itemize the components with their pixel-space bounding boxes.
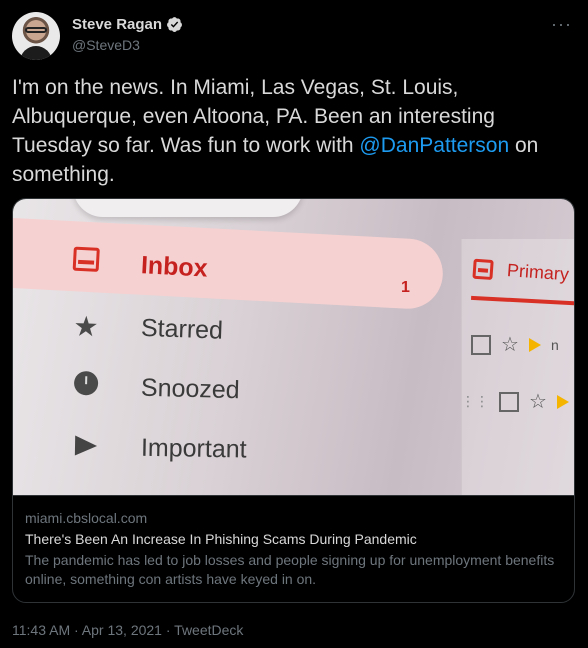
avatar-shirt bbox=[20, 46, 52, 60]
tweet-date[interactable]: Apr 13, 2021 bbox=[82, 622, 162, 638]
image-email-row-2: ⋮⋮ ☆ S bbox=[461, 389, 574, 414]
card-description: The pandemic has led to job losses and p… bbox=[25, 552, 555, 587]
importance-marker-icon bbox=[528, 337, 541, 352]
checkbox-icon bbox=[471, 334, 491, 355]
mention-link[interactable]: @DanPatterson bbox=[359, 134, 509, 157]
important-icon bbox=[69, 430, 104, 463]
avatar-glasses bbox=[25, 27, 47, 33]
star-icon: ★ bbox=[72, 310, 100, 343]
card-image[interactable]: Inbox 1 ★ Starred Snoozed Important Prim… bbox=[13, 199, 574, 495]
tweet-text: I'm on the news. In Miami, Las Vegas, St… bbox=[12, 73, 572, 189]
image-email-row-1: ☆ n bbox=[471, 332, 559, 357]
card-meta[interactable]: miami.cbslocal.com There's Been An Incre… bbox=[13, 495, 574, 601]
tweet-time[interactable]: 11:43 AM bbox=[12, 622, 70, 638]
author-name-row[interactable]: Steve Ragan bbox=[72, 16, 183, 33]
image-starred-label: Starred bbox=[140, 313, 224, 345]
image-important-item: Important bbox=[69, 430, 247, 465]
image-row1-fragment: n bbox=[550, 336, 559, 353]
tweet-header: Steve Ragan @SteveD3 ··· bbox=[12, 12, 576, 62]
image-snoozed-label: Snoozed bbox=[140, 373, 241, 404]
author-handle[interactable]: @SteveD3 bbox=[72, 37, 140, 53]
more-options-icon[interactable]: ··· bbox=[551, 14, 572, 35]
tweet-source[interactable]: TweetDeck bbox=[174, 622, 243, 638]
separator: · bbox=[161, 622, 175, 638]
image-inbox-label: Inbox bbox=[140, 250, 209, 283]
author-avatar[interactable] bbox=[12, 12, 60, 60]
link-preview-card[interactable]: Inbox 1 ★ Starred Snoozed Important Prim… bbox=[12, 198, 575, 603]
drag-handle-icon: ⋮⋮ bbox=[461, 393, 489, 409]
inbox-icon bbox=[68, 245, 104, 279]
checkbox-icon bbox=[499, 391, 519, 412]
image-top-pill bbox=[73, 199, 303, 217]
verified-badge-icon bbox=[167, 17, 182, 32]
card-title[interactable]: There's Been An Increase In Phishing Sca… bbox=[25, 531, 564, 547]
importance-marker-icon bbox=[556, 394, 569, 409]
primary-inbox-icon bbox=[472, 258, 494, 280]
star-outline-icon: ☆ bbox=[501, 334, 519, 356]
image-starred-item: ★ Starred bbox=[68, 309, 224, 347]
image-inbox-count: 1 bbox=[401, 279, 410, 296]
author-display-name[interactable]: Steve Ragan bbox=[72, 16, 162, 33]
image-snoozed-item: Snoozed bbox=[69, 370, 240, 406]
star-outline-icon: ☆ bbox=[529, 391, 547, 413]
tweet-timestamp: 11:43 AM · Apr 13, 2021 · TweetDeck bbox=[12, 622, 243, 638]
card-domain: miami.cbslocal.com bbox=[25, 510, 148, 526]
image-important-label: Important bbox=[140, 433, 247, 464]
clock-icon bbox=[69, 370, 104, 403]
image-primary-label: Primary bbox=[506, 260, 570, 285]
separator: · bbox=[70, 622, 82, 638]
